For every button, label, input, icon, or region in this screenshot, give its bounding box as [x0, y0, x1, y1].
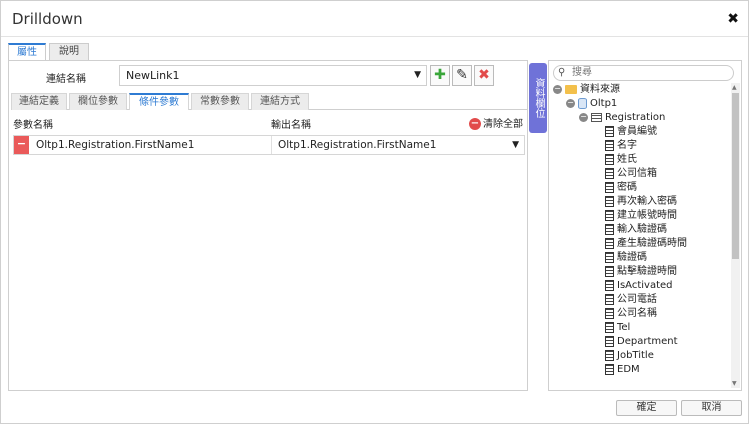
tree-node-field[interactable]: 名字	[605, 139, 637, 153]
field-icon	[605, 195, 614, 207]
tree-node-field[interactable]: 再次輸入密碼	[605, 195, 677, 209]
tree-node-field[interactable]: IsActivated	[605, 279, 673, 293]
table-icon	[591, 112, 602, 122]
delete-icon: ✖	[478, 67, 490, 83]
tab-constant-params[interactable]: 常數參數	[191, 93, 249, 110]
tree-node-field[interactable]: 密碼	[605, 181, 637, 195]
tree-node-field[interactable]: 公司信箱	[605, 167, 657, 181]
field-icon	[605, 293, 614, 305]
data-fields-tab[interactable]: 資料欄位	[529, 63, 547, 133]
field-icon	[605, 237, 614, 249]
field-icon	[605, 181, 614, 193]
ok-button[interactable]: 確定	[616, 400, 677, 416]
param-name-header: 參數名稱	[13, 120, 53, 131]
tree-node-field[interactable]: Tel	[605, 321, 630, 335]
plus-icon: ✚	[434, 67, 446, 83]
search-input[interactable]: ⚲ 搜尋	[553, 65, 734, 81]
field-icon	[605, 167, 614, 179]
tree-node-field[interactable]: 點擊驗證時間	[605, 265, 677, 279]
tab-link-method[interactable]: 連結方式	[251, 93, 309, 110]
field-icon	[605, 223, 614, 235]
tree-node-field[interactable]: 建立帳號時間	[605, 209, 677, 223]
field-icon	[605, 335, 614, 347]
link-name-select[interactable]: NewLink1 ▼	[119, 65, 427, 86]
search-icon: ⚲	[558, 67, 566, 78]
row-param-name: Oltp1.Registration.FirstName1	[36, 139, 195, 151]
tree-node-field[interactable]: 輸入驗證碼	[605, 223, 667, 237]
collapse-icon: −	[566, 97, 575, 108]
tab-description[interactable]: 說明	[49, 43, 89, 60]
clear-all-button[interactable]: − 清除全部	[469, 115, 523, 130]
sub-tabs: 連結定義 欄位參數 條件參數 常數參數 連結方式	[11, 93, 527, 110]
tree-node-field[interactable]: JobTitle	[605, 349, 654, 363]
data-source-panel: ⚲ 搜尋 − 資料來源 − Oltp1 − Registration 會員編號 名字 姓氏…	[548, 60, 742, 391]
edit-link-button[interactable]: ✎	[452, 65, 472, 86]
field-icon	[605, 307, 614, 319]
tree-node-field[interactable]: 會員編號	[605, 125, 657, 139]
tree-node-field[interactable]: 姓氏	[605, 153, 637, 167]
output-name-header: 輸出名稱	[271, 120, 311, 131]
field-icon	[605, 321, 614, 333]
field-icon	[605, 153, 614, 165]
field-icon	[605, 209, 614, 221]
tree-node-field[interactable]: 產生驗證碼時間	[605, 237, 687, 251]
title-bar: Drilldown ✖	[1, 1, 748, 37]
scrollbar-thumb[interactable]	[732, 93, 739, 259]
tab-condition-params[interactable]: 條件參數	[129, 93, 189, 110]
folder-icon	[565, 84, 577, 94]
tree-node-field[interactable]: 公司名稱	[605, 307, 657, 321]
tree-node-field[interactable]: 驗證碼	[605, 251, 647, 265]
tree-node-root[interactable]: − 資料來源	[553, 83, 620, 97]
drilldown-dialog: Drilldown ✖ 屬性 說明 連結名稱 NewLink1 ▼ ✚ ✎ ✖ …	[0, 0, 749, 424]
tree-node-field[interactable]: 公司電話	[605, 293, 657, 307]
tree-scrollbar[interactable]: ▲ ▼	[731, 83, 740, 388]
tree-node-field[interactable]: EDM	[605, 363, 640, 377]
collapse-icon: −	[553, 83, 562, 94]
add-link-button[interactable]: ✚	[430, 65, 450, 86]
chevron-down-icon: ▼	[512, 140, 519, 150]
collapse-icon: −	[579, 111, 588, 122]
cancel-button[interactable]: 取消	[681, 400, 742, 416]
field-icon	[605, 279, 614, 291]
tab-field-params[interactable]: 欄位參數	[69, 93, 127, 110]
field-icon	[605, 265, 614, 277]
field-icon	[605, 251, 614, 263]
tab-properties[interactable]: 屬性	[8, 43, 46, 60]
delete-link-button[interactable]: ✖	[474, 65, 494, 86]
minus-circle-icon: −	[469, 118, 481, 130]
tree-node-field[interactable]: Department	[605, 335, 678, 349]
scroll-down-icon: ▼	[732, 380, 737, 387]
scroll-up-icon: ▲	[732, 84, 737, 91]
tab-link-definition[interactable]: 連結定義	[11, 93, 67, 110]
field-icon	[605, 125, 614, 137]
data-source-tree: − 資料來源 − Oltp1 − Registration 會員編號 名字 姓氏 公司信箱密…	[549, 83, 729, 388]
field-icon	[605, 139, 614, 151]
link-editor-panel: 連結名稱 NewLink1 ▼ ✚ ✎ ✖ 連結定義 欄位參數 條件參數 常數參…	[8, 60, 528, 391]
chevron-down-icon: ▼	[414, 70, 421, 80]
field-icon	[605, 349, 614, 361]
dialog-title: Drilldown	[12, 10, 83, 28]
output-name-select[interactable]: Oltp1.Registration.FirstName1 ▼	[271, 136, 525, 154]
link-name-label: 連結名稱	[46, 74, 86, 85]
edit-icon: ✎	[456, 67, 468, 83]
field-icon	[605, 363, 614, 375]
remove-row-button[interactable]: −	[14, 136, 29, 154]
table-row: − Oltp1.Registration.FirstName1 Oltp1.Re…	[13, 135, 525, 155]
tree-node-table[interactable]: − Registration	[579, 111, 665, 125]
close-icon[interactable]: ✖	[727, 11, 739, 27]
database-icon	[578, 97, 587, 109]
tree-node-db[interactable]: − Oltp1	[566, 97, 617, 111]
